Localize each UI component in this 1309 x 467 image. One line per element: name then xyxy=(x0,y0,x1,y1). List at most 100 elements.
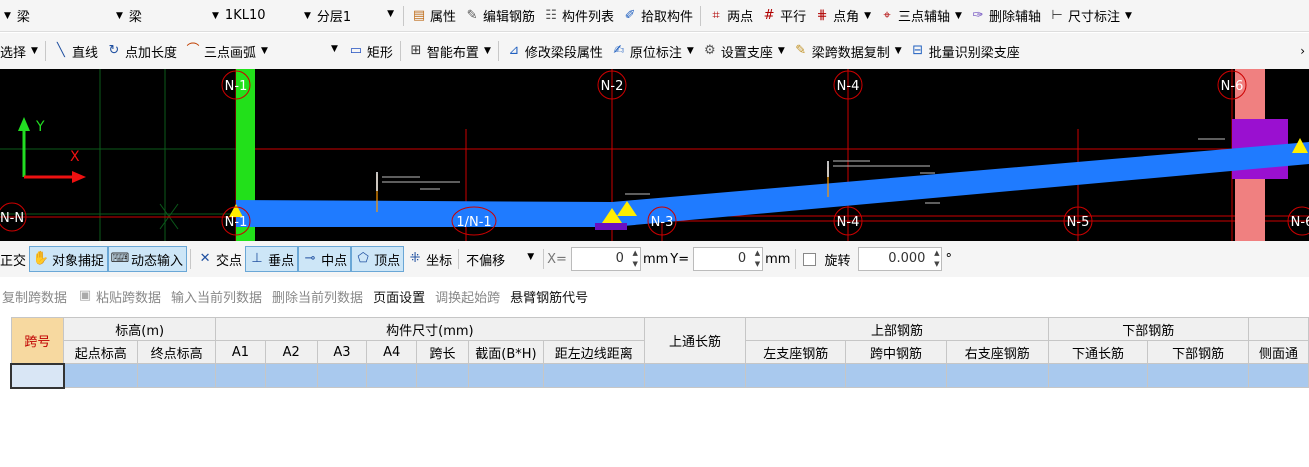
y-offset-value: 0 xyxy=(737,251,747,266)
layer-dropdown[interactable]: ▼ 分层1 ▼ xyxy=(300,5,400,27)
swap-start-button[interactable]: 调换起始跨 xyxy=(430,287,505,306)
bottom-rebar-header[interactable]: 下部钢筋 xyxy=(1147,340,1249,364)
intersection-snap-toggle[interactable]: ✕ 交点 xyxy=(194,246,245,272)
table-cell[interactable] xyxy=(467,363,544,388)
a4-header[interactable]: A4 xyxy=(366,340,418,364)
table-cell[interactable] xyxy=(643,363,747,388)
original-annotation-button[interactable]: ✍ 原位标注 ▼ xyxy=(607,39,698,63)
table-cell[interactable] xyxy=(264,363,318,388)
table-cell[interactable] xyxy=(542,363,645,388)
table-row[interactable] xyxy=(10,362,1309,389)
rotate-input[interactable]: 0.000 ▲ ▼ xyxy=(858,247,943,271)
x-offset-input[interactable]: 0 ▲ ▼ xyxy=(570,247,641,271)
copy-span-data-button[interactable]: ✎ 梁跨数据复制 ▼ xyxy=(789,39,906,63)
table-cell[interactable] xyxy=(215,363,266,388)
list-icon: ☷ xyxy=(545,7,557,23)
cantilever-code-button[interactable]: 悬臂钢筋代号 xyxy=(505,287,593,306)
input-column-button[interactable]: 输入当前列数据 xyxy=(166,287,267,306)
perpendicular-snap-toggle[interactable]: ⊥ 垂点 xyxy=(245,246,299,272)
mid-span-header[interactable]: 跨中钢筋 xyxy=(845,340,947,364)
table-cell[interactable] xyxy=(1247,363,1309,388)
annotation-icon: ✍ xyxy=(613,43,625,58)
rotate-checkbox[interactable] xyxy=(803,252,817,266)
drawing-canvas[interactable]: Y X N-1 N-2 N-4 N-6 N-N N-1 1/N-1 N-3 N-… xyxy=(0,69,1309,241)
span-length-header[interactable]: 跨长 xyxy=(416,340,469,364)
beam-element[interactable] xyxy=(236,142,1309,227)
a2-header[interactable]: A2 xyxy=(264,340,318,364)
toolbar-overflow-icon[interactable]: › xyxy=(1300,44,1305,58)
spinner-arrows-icon[interactable]: ▲ ▼ xyxy=(755,248,760,270)
coordinate-label: 坐标 xyxy=(426,253,453,269)
offset-mode-dropdown[interactable]: 不偏移 ▼ xyxy=(462,248,540,270)
copy-span-button[interactable]: 复制跨数据 xyxy=(0,287,72,306)
y-offset-input[interactable]: 0 ▲ ▼ xyxy=(693,247,764,271)
a1-header[interactable]: A1 xyxy=(215,340,266,364)
two-points-button[interactable]: ⌗ 两点 xyxy=(704,4,757,28)
delete-column-button[interactable]: 删除当前列数据 xyxy=(267,287,368,306)
table-cell[interactable] xyxy=(1047,363,1149,388)
axis-bubble-nn[interactable]: N-N xyxy=(0,202,27,232)
top-through-header[interactable]: 上通长筋 xyxy=(643,317,747,364)
page-setup-button[interactable]: 页面设置 xyxy=(368,287,430,306)
three-point-arc-button[interactable]: ⌒ 三点画弧 ▼ xyxy=(181,39,272,63)
three-point-axis-button[interactable]: ⌖ 三点辅轴 ▼ xyxy=(875,4,966,28)
table-cell[interactable] xyxy=(1147,363,1249,388)
dynamic-input-toggle[interactable]: ⌨ 动态输入 xyxy=(108,246,188,272)
end-elev-header[interactable]: 终点标高 xyxy=(137,340,217,364)
table-cell[interactable] xyxy=(945,363,1049,388)
component-category-dropdown[interactable]: ▼ 梁 xyxy=(112,5,208,27)
line-button[interactable]: ╲ 直线 xyxy=(49,39,102,63)
rectangle-button[interactable]: ▭ 矩形 xyxy=(344,39,397,63)
right-support-header[interactable]: 右支座钢筋 xyxy=(945,340,1049,364)
table-cell[interactable] xyxy=(63,363,139,388)
component-list-button[interactable]: ☷ 构件列表 xyxy=(539,4,618,28)
brush-icon: ✎ xyxy=(795,43,807,58)
smart-layout-button[interactable]: ⊞ 智能布置 ▼ xyxy=(404,39,495,63)
table-cell[interactable] xyxy=(416,363,469,388)
midpoint-snap-toggle[interactable]: ⊸ 中点 xyxy=(298,246,352,272)
cad-drawing[interactable]: Y X N-1 N-2 N-4 N-6 N-N N-1 1/N-1 N-3 N-… xyxy=(0,69,1309,241)
edit-rebar-label: 编辑钢筋 xyxy=(483,10,536,25)
properties-button[interactable]: ▤ 属性 xyxy=(407,4,460,28)
dropdown-arrow-icon: ▼ xyxy=(483,46,491,56)
dropdown-arrow-icon: ▼ xyxy=(686,46,694,56)
spinner-arrows-icon[interactable]: ▲ ▼ xyxy=(633,248,638,270)
object-snap-toggle[interactable]: ✋ 对象捕捉 xyxy=(29,246,109,272)
section-header[interactable]: 截面(B*H) xyxy=(467,340,544,364)
side-through-header[interactable]: 侧面通 xyxy=(1247,340,1309,364)
set-support-button[interactable]: ⚙ 设置支座 ▼ xyxy=(698,39,789,63)
table-cell[interactable] xyxy=(137,363,217,388)
point-length-button[interactable]: ↻ 点加长度 xyxy=(102,39,181,63)
coordinate-snap-toggle[interactable]: ⁜ 坐标 xyxy=(404,246,455,272)
left-support-header[interactable]: 左支座钢筋 xyxy=(745,340,847,364)
start-elev-header[interactable]: 起点标高 xyxy=(63,340,139,364)
dimension-button[interactable]: ⊢ 尺寸标注 ▼ xyxy=(1045,4,1136,28)
table-cell[interactable] xyxy=(845,363,947,388)
pick-component-button[interactable]: ✐ 拾取构件 xyxy=(618,4,697,28)
axis-bubble-n6-bottom[interactable]: N-6 xyxy=(1287,206,1309,236)
table-cell[interactable] xyxy=(316,363,368,388)
spinner-arrows-icon[interactable]: ▲ ▼ xyxy=(934,248,939,270)
select-button[interactable]: 选择 ▼ xyxy=(0,39,42,63)
a3-header[interactable]: A3 xyxy=(316,340,368,364)
parallel-button[interactable]: # 平行 xyxy=(757,4,810,28)
bottom-through-header[interactable]: 下通长筋 xyxy=(1047,340,1149,364)
ortho-toggle[interactable]: 正交 xyxy=(0,246,29,272)
modify-span-props-button[interactable]: ⊿ 修改梁段属性 xyxy=(502,39,607,63)
axis-label: N-4 xyxy=(837,79,860,94)
table-cell[interactable] xyxy=(745,363,847,388)
table-cell[interactable] xyxy=(366,363,418,388)
component-type-dropdown[interactable]: ▼ 梁 xyxy=(0,5,112,27)
vertex-snap-toggle[interactable]: ⬠ 顶点 xyxy=(351,246,405,272)
edit-rebar-button[interactable]: ✎ 编辑钢筋 xyxy=(460,4,539,28)
arc-mode-dropdown[interactable]: ▼ xyxy=(272,40,344,62)
span-no-header[interactable]: 跨号 xyxy=(10,317,65,364)
delete-axis-button[interactable]: ✑ 删除辅轴 xyxy=(966,4,1045,28)
point-angle-button[interactable]: ⋕ 点角 ▼ xyxy=(810,4,875,28)
dist-left-header[interactable]: 距左边线距离 xyxy=(542,340,645,364)
axis-label: N-3 xyxy=(651,215,674,230)
span-no-cell[interactable] xyxy=(10,362,65,389)
component-name-dropdown[interactable]: ▼ 1KL10 xyxy=(208,5,300,27)
paste-span-button[interactable]: ▣ 粘贴跨数据 xyxy=(72,287,166,306)
batch-identify-button[interactable]: ⊟ 批量识别梁支座 xyxy=(906,39,1024,63)
